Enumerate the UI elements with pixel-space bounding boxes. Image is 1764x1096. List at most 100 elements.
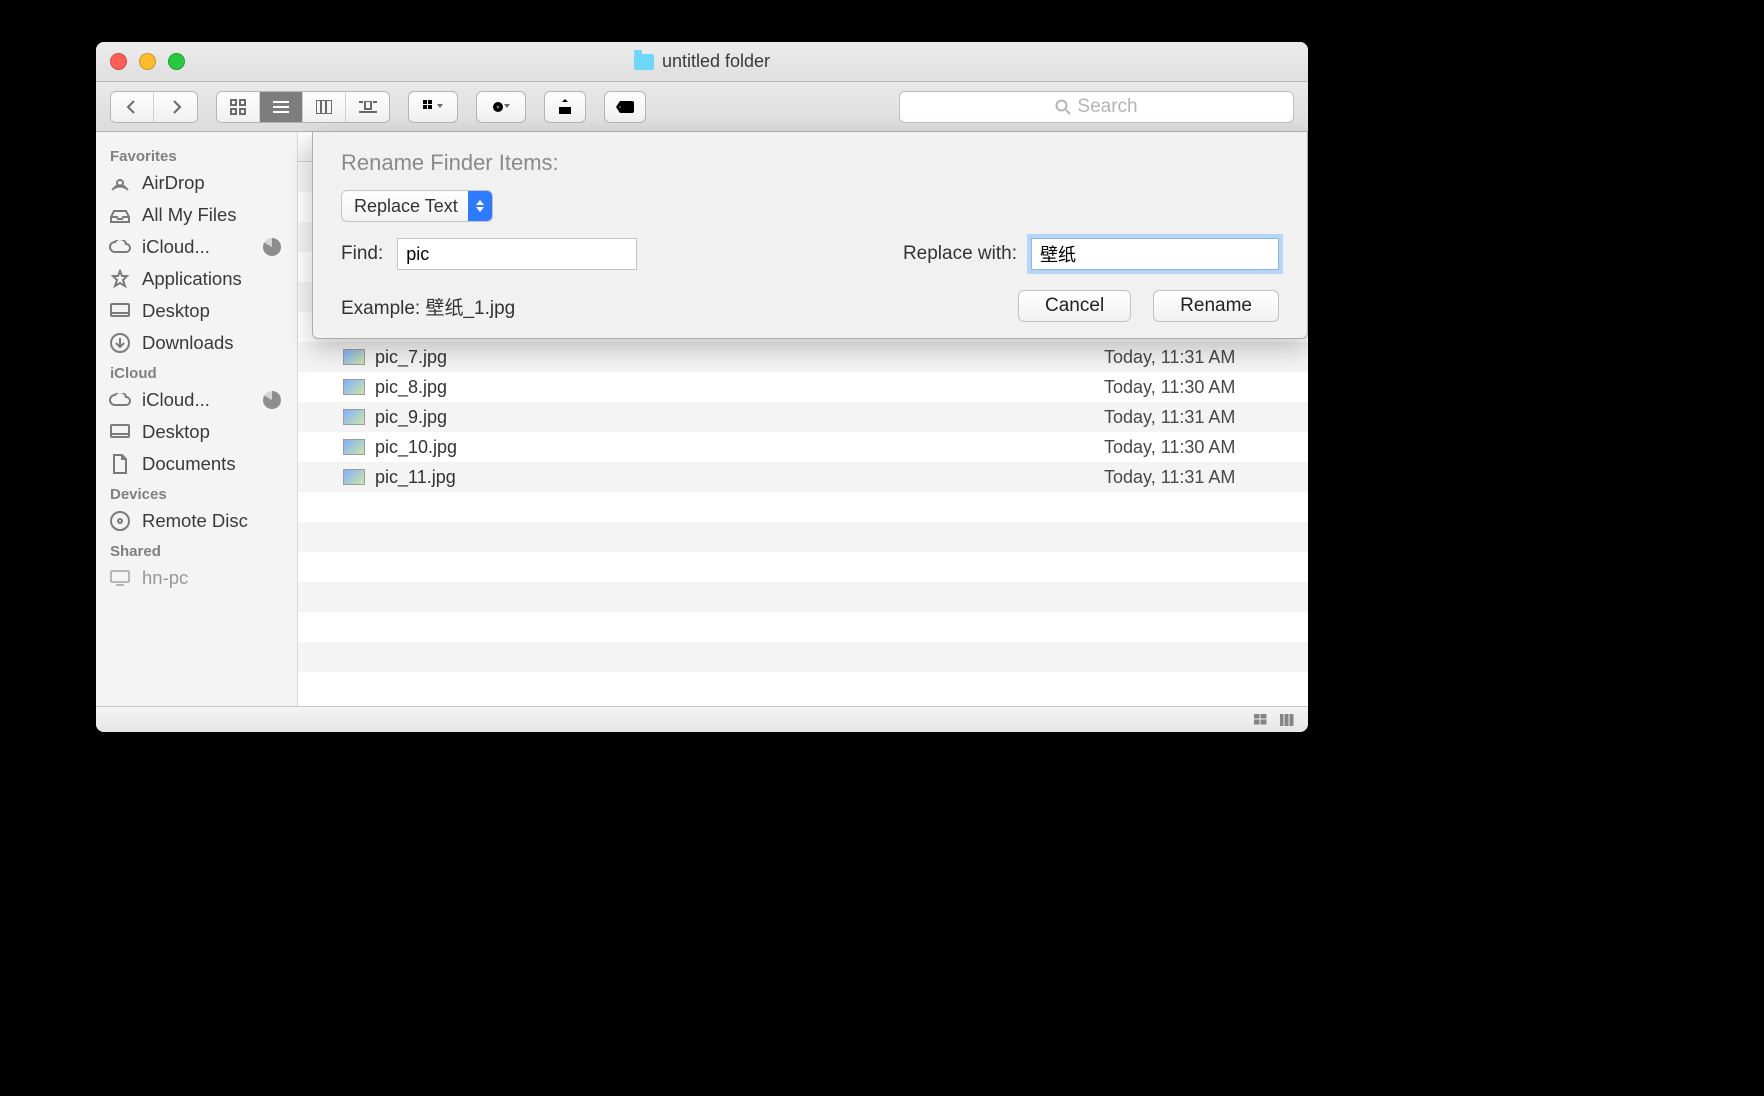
table-row[interactable]: pic_7.jpg Today, 11:31 AM — [298, 342, 1308, 372]
rename-dialog: Rename Finder Items: Replace Text Find: … — [312, 132, 1308, 339]
sidebar-item-downloads[interactable]: Downloads — [96, 327, 297, 359]
tags-button[interactable] — [604, 91, 646, 123]
table-row — [298, 522, 1308, 552]
sync-progress-icon — [263, 391, 281, 409]
sidebar-section-shared: Shared — [96, 537, 297, 562]
coverflow-view-button[interactable] — [346, 92, 389, 122]
file-thumb-icon — [343, 349, 365, 365]
file-date: Today, 11:31 AM — [1096, 407, 1308, 428]
sidebar-item-desktop[interactable]: Desktop — [96, 295, 297, 327]
disc-icon — [108, 509, 132, 533]
desktop-icon — [108, 420, 132, 444]
sidebar-item-label: AirDrop — [142, 172, 205, 194]
sidebar-item-label: Downloads — [142, 332, 234, 354]
view-mode-buttons — [216, 91, 390, 123]
file-name: pic_9.jpg — [375, 407, 447, 428]
allmyfiles-icon — [108, 203, 132, 227]
statusbar-grid-icon[interactable] — [1254, 714, 1270, 726]
table-row[interactable]: pic_10.jpg Today, 11:30 AM — [298, 432, 1308, 462]
sidebar-item-label: iCloud... — [142, 236, 210, 258]
sidebar-item-desktop2[interactable]: Desktop — [96, 416, 297, 448]
table-row[interactable]: pic_11.jpg Today, 11:31 AM — [298, 462, 1308, 492]
sidebar-item-applications[interactable]: Applications — [96, 263, 297, 295]
table-row — [298, 492, 1308, 522]
file-name: pic_7.jpg — [375, 347, 447, 368]
cloud-icon — [108, 388, 132, 412]
sidebar-item-label: All My Files — [142, 204, 237, 226]
sync-progress-icon — [263, 238, 281, 256]
rename-button[interactable]: Rename — [1153, 290, 1279, 322]
find-label: Find: — [341, 243, 383, 265]
folder-icon — [634, 54, 654, 70]
table-row — [298, 672, 1308, 702]
sidebar-item-airdrop[interactable]: AirDrop — [96, 167, 297, 199]
sidebar-item-label: Applications — [142, 268, 242, 290]
column-view-button[interactable] — [303, 92, 346, 122]
rename-mode-select[interactable]: Replace Text — [341, 190, 493, 222]
file-thumb-icon — [343, 469, 365, 485]
table-row[interactable]: pic_8.jpg Today, 11:30 AM — [298, 372, 1308, 402]
arrange-button[interactable] — [408, 91, 458, 123]
forward-button[interactable] — [154, 92, 197, 122]
file-name: pic_10.jpg — [375, 437, 457, 458]
close-window-button[interactable] — [110, 53, 127, 70]
airdrop-icon — [108, 171, 132, 195]
sidebar: Favorites AirDrop All My Files iCloud...… — [96, 132, 298, 706]
file-thumb-icon — [343, 409, 365, 425]
table-row[interactable]: pic_9.jpg Today, 11:31 AM — [298, 402, 1308, 432]
file-date: Today, 11:31 AM — [1096, 347, 1308, 368]
toolbar: Search — [96, 82, 1308, 132]
downloads-icon — [108, 331, 132, 355]
statusbar-columns-icon[interactable] — [1280, 714, 1296, 726]
search-placeholder: Search — [1077, 96, 1137, 118]
sidebar-item-remotedisc[interactable]: Remote Disc — [96, 505, 297, 537]
share-button[interactable] — [544, 91, 586, 123]
replace-label: Replace with: — [903, 243, 1017, 265]
file-date: Today, 11:30 AM — [1096, 377, 1308, 398]
sidebar-item-label: iCloud... — [142, 389, 210, 411]
search-icon — [1055, 99, 1071, 115]
find-input[interactable] — [397, 238, 637, 270]
sidebar-item-iclouddrive2[interactable]: iCloud... — [96, 384, 297, 416]
cloud-icon — [108, 235, 132, 259]
file-thumb-icon — [343, 439, 365, 455]
dialog-title: Rename Finder Items: — [341, 150, 1279, 176]
select-arrows-icon — [468, 191, 492, 221]
sidebar-item-shared-host[interactable]: hn-pc — [96, 562, 297, 594]
titlebar[interactable]: untitled folder — [96, 42, 1308, 82]
sidebar-item-label: hn-pc — [142, 567, 188, 589]
replace-input[interactable] — [1031, 238, 1279, 270]
cancel-button[interactable]: Cancel — [1018, 290, 1131, 322]
finder-window: untitled folder Search Favorites AirDrop… — [96, 42, 1308, 732]
file-date: Today, 11:31 AM — [1096, 467, 1308, 488]
sidebar-item-label: Desktop — [142, 300, 210, 322]
sidebar-item-documents[interactable]: Documents — [96, 448, 297, 480]
back-button[interactable] — [111, 92, 154, 122]
minimize-window-button[interactable] — [139, 53, 156, 70]
fullscreen-window-button[interactable] — [168, 53, 185, 70]
window-controls — [96, 53, 185, 70]
sidebar-section-devices: Devices — [96, 480, 297, 505]
sidebar-item-iclouddrive[interactable]: iCloud... — [96, 231, 297, 263]
example-label: Example: 壁纸_1.jpg — [341, 293, 515, 320]
file-thumb-icon — [343, 379, 365, 395]
documents-icon — [108, 452, 132, 476]
file-name: pic_11.jpg — [375, 467, 456, 488]
search-input[interactable]: Search — [899, 91, 1294, 123]
table-row — [298, 552, 1308, 582]
sidebar-item-allmyfiles[interactable]: All My Files — [96, 199, 297, 231]
action-button[interactable] — [476, 91, 526, 123]
nav-buttons — [110, 91, 198, 123]
sidebar-item-label: Documents — [142, 453, 236, 475]
sidebar-section-favorites: Favorites — [96, 142, 297, 167]
sidebar-item-label: Desktop — [142, 421, 210, 443]
file-date: Today, 11:30 AM — [1096, 437, 1308, 458]
statusbar — [96, 706, 1308, 732]
list-view-button[interactable] — [260, 92, 303, 122]
table-row — [298, 582, 1308, 612]
computer-icon — [108, 566, 132, 590]
window-title: untitled folder — [662, 51, 770, 72]
icon-view-button[interactable] — [217, 92, 260, 122]
sidebar-section-icloud: iCloud — [96, 359, 297, 384]
file-name: pic_8.jpg — [375, 377, 447, 398]
